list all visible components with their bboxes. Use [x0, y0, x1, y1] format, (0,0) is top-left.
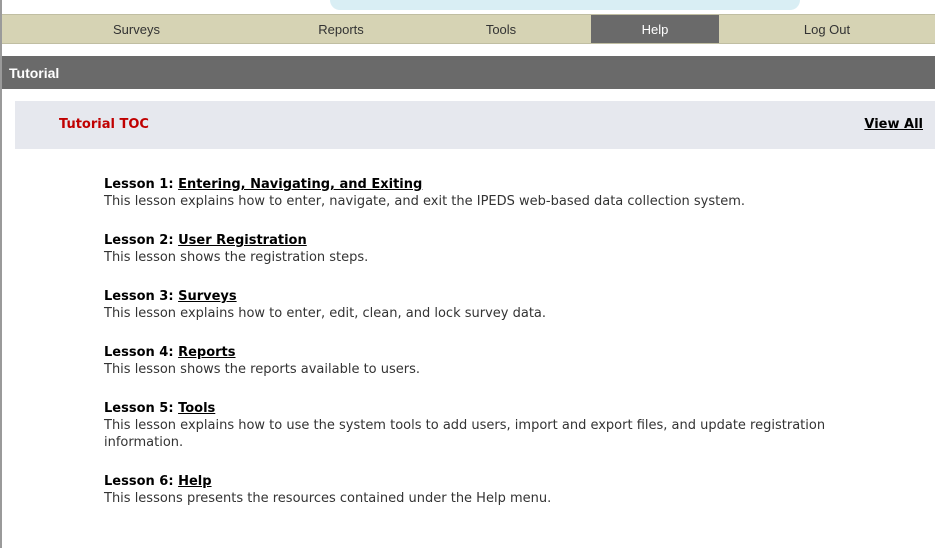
lesson-6-number: Lesson 6	[104, 474, 169, 489]
lesson-6: Lesson 6: Help This lessons presents the…	[104, 473, 904, 507]
main-nav: Surveys Reports Tools Help Log Out	[2, 14, 935, 44]
toc-header: Tutorial TOC View All	[15, 101, 935, 149]
lesson-5-number: Lesson 5	[104, 401, 169, 416]
lesson-3-description: This lesson explains how to enter, edit,…	[104, 306, 547, 321]
lesson-3-number: Lesson 3	[104, 289, 169, 304]
lesson-2: Lesson 2: User Registration This lesson …	[104, 232, 904, 266]
lesson-4-description: This lesson shows the reports available …	[104, 362, 421, 377]
nav-surveys[interactable]: Surveys	[2, 15, 271, 43]
lesson-list: Lesson 1: Entering, Navigating, and Exit…	[104, 176, 904, 529]
lesson-1-description: This lesson explains how to enter, navig…	[104, 194, 746, 209]
lesson-6-link[interactable]: Help	[178, 474, 211, 489]
lesson-1-number: Lesson 1	[104, 177, 169, 192]
view-all-link[interactable]: View All	[864, 101, 923, 149]
lesson-6-description: This lessons presents the resources cont…	[104, 491, 552, 506]
page-title: Tutorial	[2, 56, 935, 89]
lesson-5-description: This lesson explains how to use the syst…	[104, 418, 826, 450]
lesson-4: Lesson 4: Reports This lesson shows the …	[104, 344, 904, 378]
lesson-2-description: This lesson shows the registration steps…	[104, 250, 369, 265]
lesson-2-link[interactable]: User Registration	[178, 233, 307, 248]
lesson-1: Lesson 1: Entering, Navigating, and Exit…	[104, 176, 904, 210]
nav-tools[interactable]: Tools	[411, 15, 591, 43]
lesson-3-link[interactable]: Surveys	[178, 289, 237, 304]
lesson-5-link[interactable]: Tools	[178, 401, 215, 416]
lesson-1-link[interactable]: Entering, Navigating, and Exiting	[178, 177, 422, 192]
lesson-4-link[interactable]: Reports	[178, 345, 235, 360]
nav-help[interactable]: Help	[591, 15, 719, 43]
lesson-2-number: Lesson 2	[104, 233, 169, 248]
lesson-4-number: Lesson 4	[104, 345, 169, 360]
toc-title: Tutorial TOC	[59, 117, 149, 132]
lesson-5: Lesson 5: Tools This lesson explains how…	[104, 400, 904, 451]
lesson-3: Lesson 3: Surveys This lesson explains h…	[104, 288, 904, 322]
header-decoration	[330, 0, 800, 10]
nav-reports[interactable]: Reports	[271, 15, 411, 43]
nav-logout[interactable]: Log Out	[719, 15, 935, 43]
